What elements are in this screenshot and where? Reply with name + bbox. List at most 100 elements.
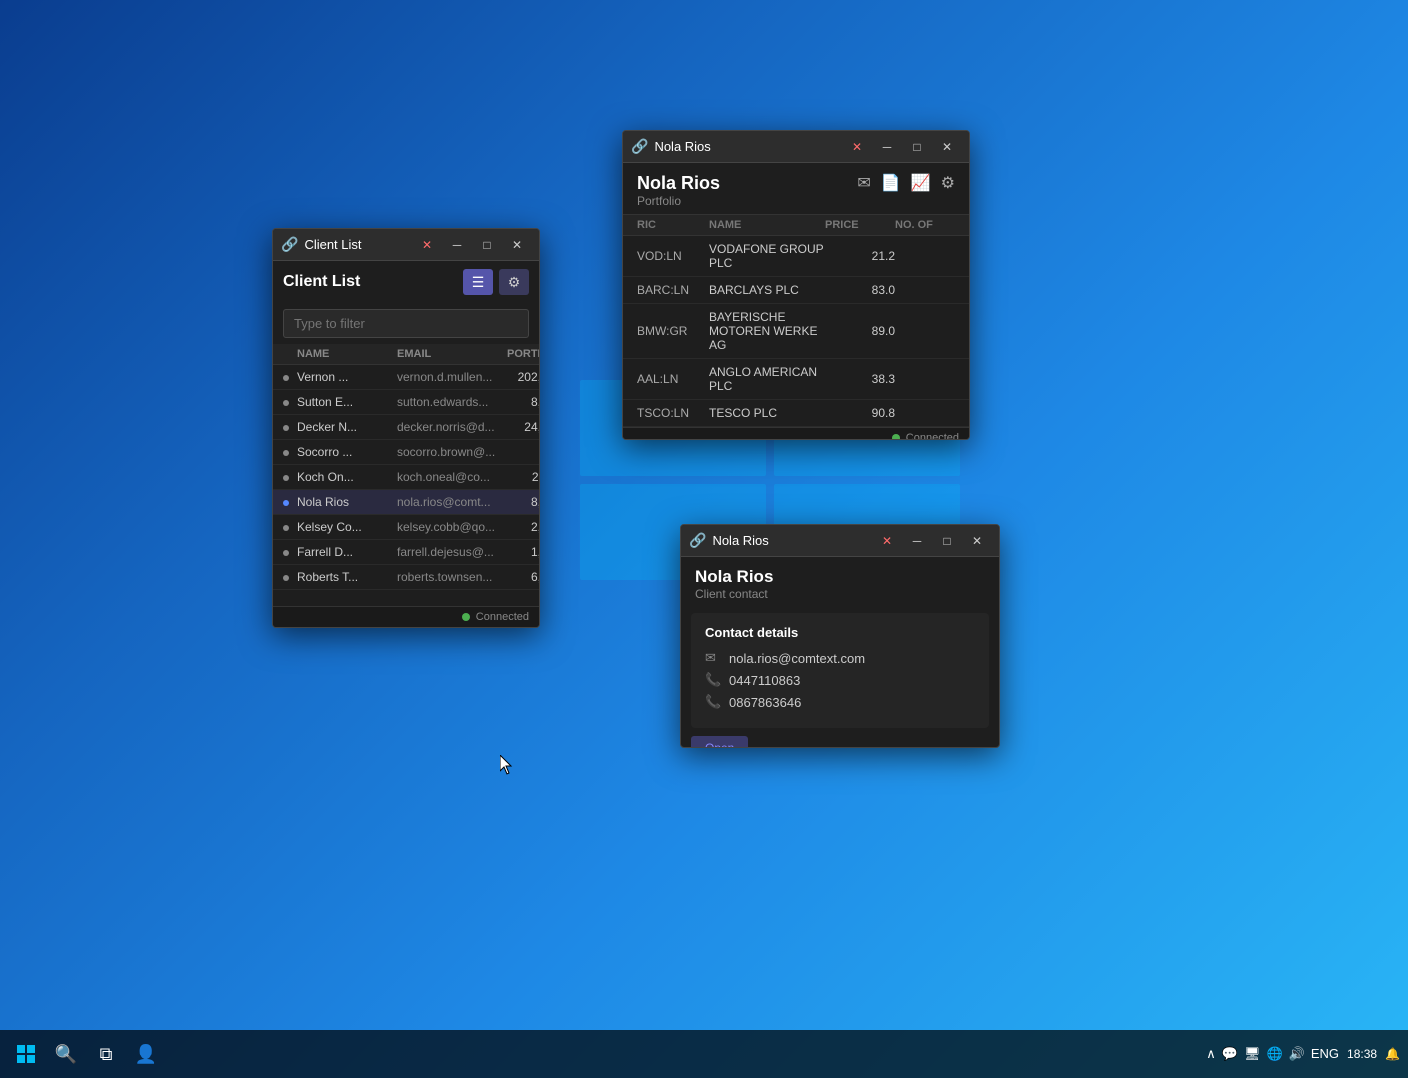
portfolio-client-info: Nola Rios Portfolio — [637, 173, 720, 208]
mouse-cursor — [500, 755, 516, 775]
contact-email-item: ✉ nola.rios@comtext.com — [705, 650, 975, 666]
portfolio-row[interactable]: BARC:LN BARCLAYS PLC 83.0 — [623, 277, 969, 304]
row-email: sutton.edwards... — [397, 395, 507, 409]
row-indicator — [283, 400, 289, 406]
col-noof-header: NO. OF — [895, 219, 955, 231]
client-list-window: 🔗 Client List ✕ ─ □ ✕ Client List ☰ ⚙ NA… — [272, 228, 540, 628]
contact-close-button[interactable]: ✕ — [963, 530, 991, 552]
col-email-header: EMAIL — [397, 348, 507, 360]
portfolio-client-name: Nola Rios — [637, 173, 720, 194]
client-list-minimize-button[interactable]: ─ — [443, 234, 471, 256]
client-list-table-body: Vernon ... vernon.d.mullen... 202,662 Su… — [273, 365, 539, 606]
table-row[interactable]: Vernon ... vernon.d.mullen... 202,662 — [273, 365, 539, 390]
start-button[interactable] — [8, 1036, 44, 1072]
client-list-header: Client List ☰ ⚙ — [273, 261, 539, 303]
volume-icon[interactable]: 🔊 — [1289, 1046, 1305, 1062]
row-indicator — [283, 525, 289, 531]
portfolio-row[interactable]: VOD:LN VODAFONE GROUP PLC 21.2 — [623, 236, 969, 277]
contact-header: Nola Rios Client contact — [681, 557, 999, 605]
portfolio-row[interactable]: AAL:LN ANGLO AMERICAN PLC 38.3 — [623, 359, 969, 400]
table-row[interactable]: Roberts T... roberts.townsen... 6,258 — [273, 565, 539, 590]
client-list-header-actions: ☰ ⚙ — [463, 269, 529, 295]
contact-action-button[interactable]: Open — [691, 736, 748, 748]
row-indicator — [283, 550, 289, 556]
table-row[interactable]: Decker N... decker.norris@d... 24,298 — [273, 415, 539, 440]
portfolio-header: Nola Rios Portfolio ✉ 📄 📈 ⚙ — [623, 163, 969, 214]
contact-section: Client contact — [695, 587, 985, 601]
settings-icon[interactable]: ⚙ — [941, 173, 955, 193]
table-row[interactable]: Kelsey Co... kelsey.cobb@qo... 2,697 — [273, 515, 539, 540]
row-name: Koch On... — [297, 470, 397, 484]
contact-minimize-button[interactable]: ─ — [903, 530, 931, 552]
contact-maximize-button[interactable]: □ — [933, 530, 961, 552]
portfolio-close-x-button[interactable]: ✕ — [843, 136, 871, 158]
task-view-button[interactable]: ⧉ — [88, 1036, 124, 1072]
portfolio-row[interactable]: TSCO:LN TESCO PLC 90.8 — [623, 400, 969, 427]
client-list-list-view-button[interactable]: ☰ — [463, 269, 493, 295]
network-icon[interactable]: 🌐 — [1266, 1046, 1282, 1062]
portfolio-row[interactable]: BMW:GR BAYERISCHE MOTOREN WERKE AG 89.0 — [623, 304, 969, 359]
table-row-nola-rios[interactable]: Nola Rios nola.rios@comt... 8,163 — [273, 490, 539, 515]
row-indicator — [283, 425, 289, 431]
portfolio-minimize-button[interactable]: ─ — [873, 136, 901, 158]
notification-button[interactable]: 🔔 — [1385, 1047, 1400, 1061]
p-price: 90.8 — [825, 406, 895, 420]
portfolio-table-body: VOD:LN VODAFONE GROUP PLC 21.2 BARC:LN B… — [623, 236, 969, 427]
taskbar-clock[interactable]: 18:38 — [1347, 1046, 1377, 1063]
row-indicator — [283, 575, 289, 581]
col-name-header: NAME — [297, 348, 397, 360]
row-portfolio: 6,258 — [507, 570, 539, 584]
search-taskbar-button[interactable]: 🔍 — [48, 1036, 84, 1072]
row-indicator — [283, 475, 289, 481]
contact-title-left: 🔗 Nola Rios — [689, 532, 769, 549]
contact-close-x-button[interactable]: ✕ — [873, 530, 901, 552]
table-row[interactable]: Sutton E... sutton.edwards... 8,005 — [273, 390, 539, 415]
email-icon[interactable]: ✉ — [857, 173, 870, 193]
row-portfolio: 2,110 — [507, 470, 539, 484]
overflow-icon[interactable]: ∧ — [1206, 1046, 1216, 1062]
client-list-maximize-button[interactable]: □ — [473, 234, 501, 256]
portfolio-maximize-button[interactable]: □ — [903, 136, 931, 158]
contact-phone2-item: 📞 0867863646 — [705, 694, 975, 710]
portfolio-titlebar: 🔗 Nola Rios ✕ ─ □ ✕ — [623, 131, 969, 163]
client-list-statusbar: Connected — [273, 606, 539, 627]
row-name: Farrell D... — [297, 545, 397, 559]
col-ric-header: RIC — [637, 219, 709, 231]
filter-input[interactable] — [283, 309, 529, 338]
client-list-settings-button[interactable]: ⚙ — [499, 269, 529, 295]
p-ric: VOD:LN — [637, 249, 709, 263]
row-portfolio: 2,697 — [507, 520, 539, 534]
table-row[interactable]: Koch On... koch.oneal@co... 2,110 — [273, 465, 539, 490]
email-icon: ✉ — [705, 650, 721, 666]
portfolio-status-text: Connected — [906, 432, 959, 440]
people-taskbar-button[interactable]: 👤 — [128, 1036, 164, 1072]
table-row[interactable]: Socorro ... socorro.brown@... 966 — [273, 440, 539, 465]
table-row[interactable]: Farrell D... farrell.dejesus@... 1,512 — [273, 540, 539, 565]
taskbar-sys-icons: ∧ 💬 🖥 🌐 🔊 ENG — [1206, 1046, 1339, 1062]
display-icon[interactable]: 🖥 — [1244, 1046, 1261, 1062]
contact-phone2: 0867863646 — [729, 695, 801, 710]
client-list-close-x-button[interactable]: ✕ — [413, 234, 441, 256]
client-list-window-title: Client List — [304, 237, 361, 252]
p-ric: AAL:LN — [637, 372, 709, 386]
status-dot-connected — [462, 613, 470, 621]
document-icon[interactable]: 📄 — [881, 173, 901, 193]
row-name: Nola Rios — [297, 495, 397, 509]
taskbar-left: 🔍 ⧉ 👤 — [8, 1036, 164, 1072]
message-icon[interactable]: 💬 — [1222, 1046, 1238, 1062]
client-list-close-button[interactable]: ✕ — [503, 234, 531, 256]
contact-card-title: Contact details — [705, 625, 975, 640]
language-indicator[interactable]: ENG — [1311, 1046, 1339, 1061]
p-name: BAYERISCHE MOTOREN WERKE AG — [709, 310, 825, 352]
portfolio-table-header: RIC NAME PRICE NO. OF — [623, 214, 969, 236]
contact-window: 🔗 Nola Rios ✕ ─ □ ✕ Nola Rios Client con… — [680, 524, 1000, 748]
portfolio-statusbar: Connected — [623, 427, 969, 440]
row-indicator — [283, 450, 289, 456]
portfolio-close-button[interactable]: ✕ — [933, 136, 961, 158]
filter-input-wrapper — [273, 303, 539, 344]
client-list-window-controls: ✕ ─ □ ✕ — [413, 234, 531, 256]
link-icon: 🔗 — [631, 138, 648, 155]
chart-icon[interactable]: 📈 — [911, 173, 931, 193]
row-portfolio: 202,662 — [507, 370, 539, 384]
client-list-header-title: Client List — [283, 273, 360, 291]
